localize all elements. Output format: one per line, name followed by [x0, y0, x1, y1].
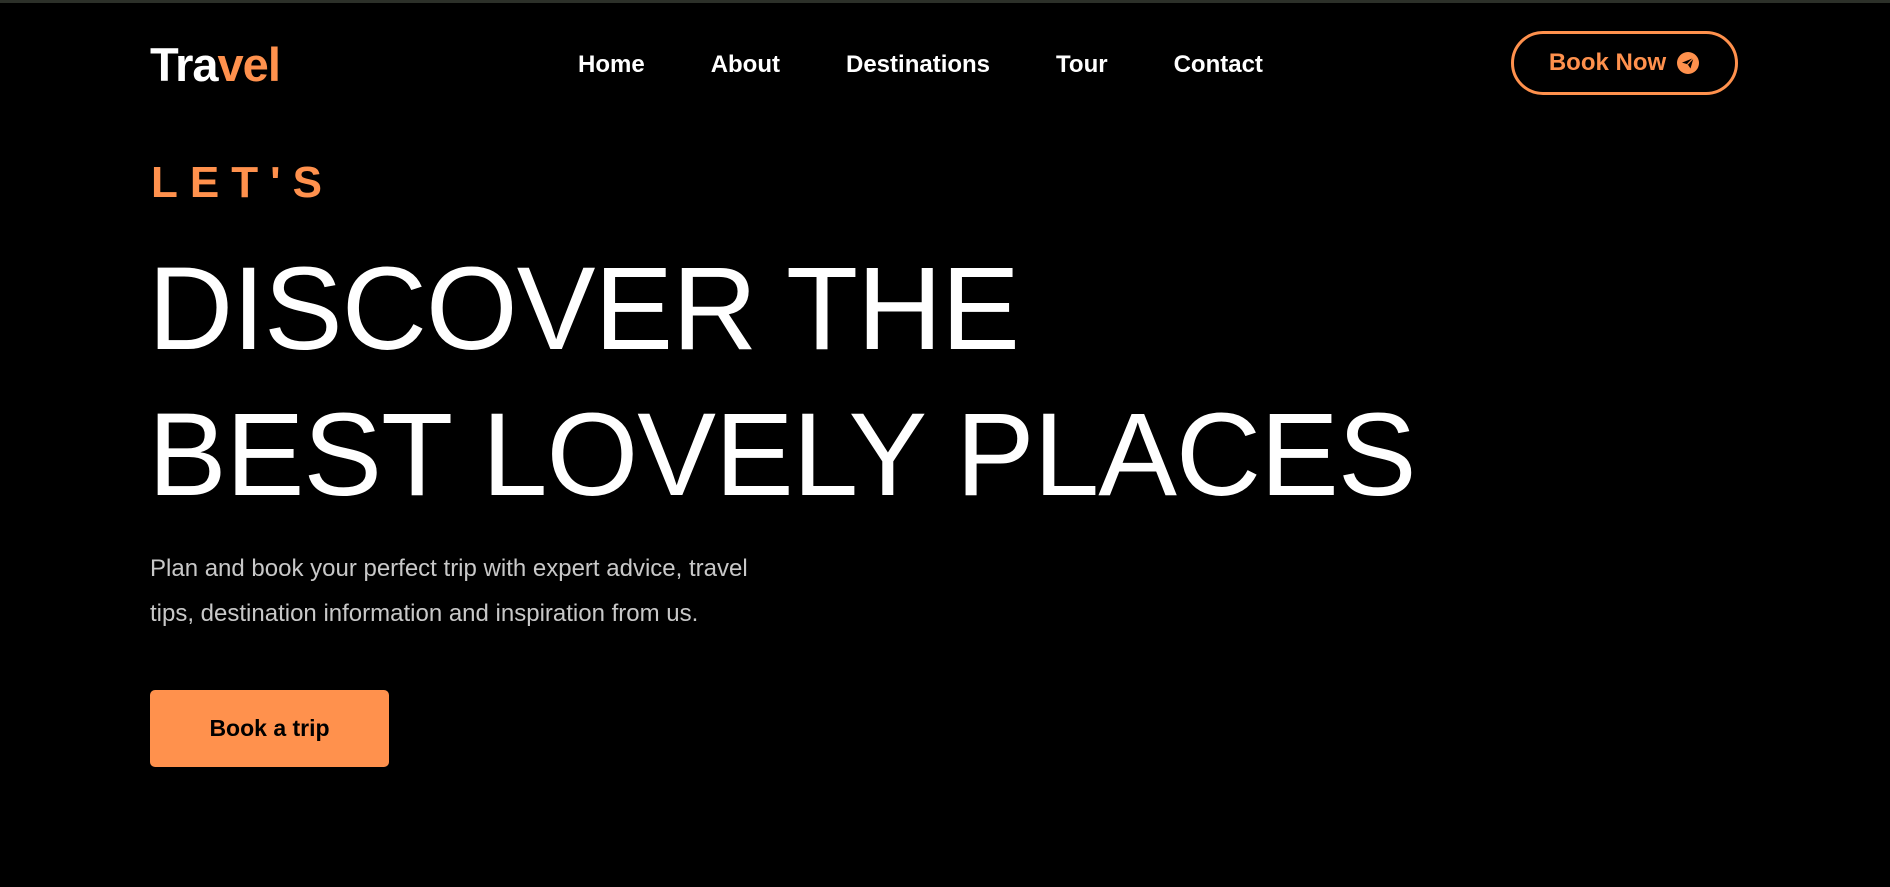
main-nav: Home About Destinations Tour Contact	[578, 48, 1263, 82]
nav-home[interactable]: Home	[578, 48, 645, 82]
nav-contact[interactable]: Contact	[1174, 48, 1263, 82]
send-icon	[1676, 51, 1700, 75]
hero-description: Plan and book your perfect trip with exp…	[150, 555, 748, 627]
book-now-label: Book Now	[1548, 49, 1667, 76]
top-border	[0, 0, 1890, 3]
book-now-button[interactable]: Book Now	[1511, 31, 1738, 95]
nav-about[interactable]: About	[711, 48, 780, 82]
hero-kicker: LET'S	[151, 158, 334, 207]
nav-destinations[interactable]: Destinations	[846, 48, 990, 82]
hero-title-line-1: DISCOVER THE	[148, 243, 1020, 375]
book-trip-label: Book a trip	[209, 715, 330, 741]
logo[interactable]: Travel	[150, 37, 281, 93]
hero-title-line-2: BEST LOVELY PLACES	[148, 389, 1417, 521]
hero-title: DISCOVER THE BEST LOVELY PLACES	[148, 236, 1417, 528]
logo-text-primary: Tra	[150, 38, 219, 91]
logo-text-accent: vel	[217, 38, 281, 91]
nav-tour[interactable]: Tour	[1056, 48, 1108, 82]
book-trip-button[interactable]: Book a trip	[150, 690, 389, 767]
